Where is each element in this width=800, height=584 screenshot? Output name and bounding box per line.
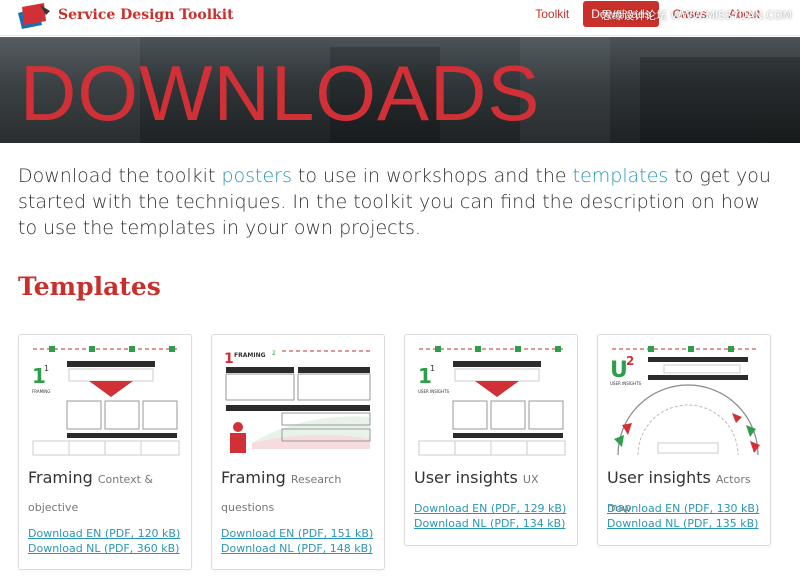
top-bar: Service Design Toolkit Toolkit Downloads…	[0, 0, 800, 36]
template-card: 1 2 FRAMING Framing Research questions D…	[211, 334, 385, 570]
card-title-text: Framing	[28, 468, 93, 487]
template-thumbnail-icon[interactable]: 1 1 USER INSIGHTS	[415, 343, 569, 457]
download-nl-link[interactable]: Download NL (PDF, 148 kB)	[221, 542, 372, 555]
download-en-link[interactable]: Download EN (PDF, 120 kB)	[28, 527, 180, 540]
thumb-sup: 2	[626, 354, 634, 368]
templates-link[interactable]: templates	[573, 165, 669, 187]
card-title: Framing Context & objective	[28, 465, 186, 521]
section-title: Templates	[18, 272, 161, 301]
template-thumbnail-icon[interactable]: U 2 USER INSIGHTS	[608, 343, 762, 457]
card-title: Framing Research questions	[221, 465, 379, 521]
download-en-link[interactable]: Download EN (PDF, 151 kB)	[221, 527, 373, 540]
download-nl-link[interactable]: Download NL (PDF, 134 kB)	[414, 517, 565, 530]
intro-text: to use in workshops and the	[291, 165, 573, 187]
thumb-sup: 2	[272, 350, 276, 357]
nav-toolkit[interactable]: Toolkit	[527, 3, 577, 25]
toolkit-logo-icon[interactable]	[16, 3, 52, 29]
thumb-label: USER INSIGHTS	[418, 389, 449, 394]
template-card: 1 1 FRAMING Framing Context & objective …	[18, 334, 192, 570]
template-card: U 2 USER INSIGHTS User insights Actors m…	[597, 334, 771, 546]
download-nl-link[interactable]: Download NL (PDF, 135 kB)	[607, 517, 758, 530]
thumb-label: FRAMING	[234, 352, 266, 359]
intro-text: Download the toolkit	[18, 165, 222, 187]
hero-banner: DOWNLOADS	[0, 37, 800, 143]
posters-link[interactable]: posters	[221, 165, 291, 187]
thumb-label: USER INSIGHTS	[610, 381, 641, 386]
watermark: 思缘设计论坛 WWW.MISSYUAN.COM	[601, 9, 792, 22]
brand-name[interactable]: Service Design Toolkit	[58, 7, 234, 23]
thumb-number: 1	[224, 351, 234, 367]
card-title-text: User insights	[414, 468, 518, 487]
thumb-sup: 1	[430, 364, 435, 373]
page-title: DOWNLOADS	[20, 49, 541, 137]
card-title: User insights UX	[414, 465, 572, 493]
thumb-sup: 1	[44, 364, 49, 373]
template-thumbnail-icon[interactable]: 1 2 FRAMING	[222, 343, 376, 457]
template-thumbnail-icon[interactable]: 1 1 FRAMING	[29, 343, 183, 457]
download-en-link[interactable]: Download EN (PDF, 129 kB)	[414, 502, 566, 515]
card-title-text: User insights	[607, 468, 711, 487]
thumb-label: FRAMING	[32, 389, 50, 394]
card-subtitle: UX	[522, 473, 539, 486]
template-card: 1 1 USER INSIGHTS User insights UX Downl…	[404, 334, 578, 546]
download-nl-link[interactable]: Download NL (PDF, 360 kB)	[28, 542, 179, 555]
download-en-link[interactable]: Download EN (PDF, 130 kB)	[607, 502, 759, 515]
intro-paragraph: Download the toolkit posters to use in w…	[18, 163, 782, 241]
card-title-text: Framing	[221, 468, 286, 487]
